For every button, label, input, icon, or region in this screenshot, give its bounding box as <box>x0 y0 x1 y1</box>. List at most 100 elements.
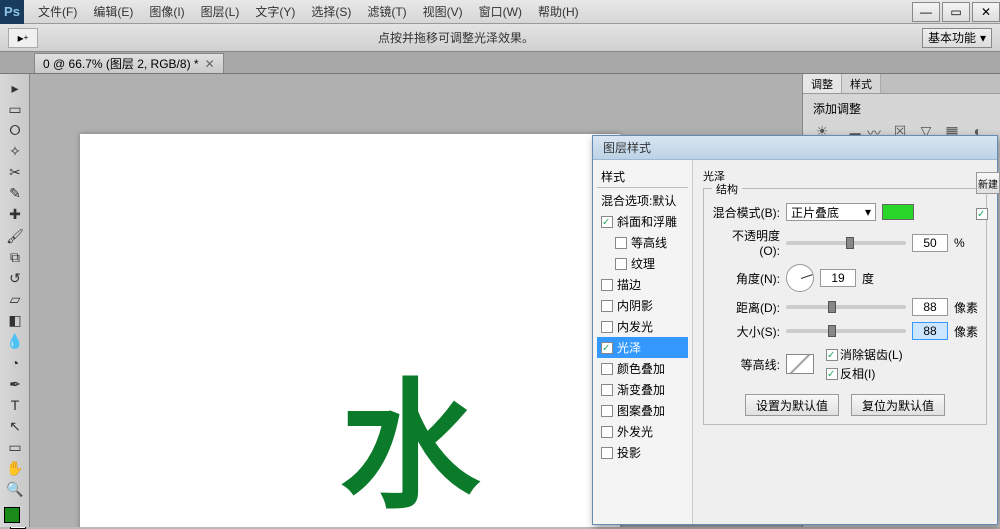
brush-tool-icon[interactable]: 🖌 <box>2 226 28 246</box>
dodge-tool-icon[interactable]: ◔ <box>2 353 28 373</box>
style-row-渐变叠加[interactable]: 渐变叠加 <box>597 379 688 400</box>
blend-options-row[interactable]: 混合选项:默认 <box>597 190 688 211</box>
menu-view[interactable]: 视图(V) <box>417 1 469 22</box>
make-default-button[interactable]: 设置为默认值 <box>745 394 839 416</box>
menu-file[interactable]: 文件(F) <box>32 1 83 22</box>
new-style-button[interactable]: 新建 <box>976 172 1000 194</box>
chevron-down-icon: ▾ <box>865 205 871 219</box>
hand-tool-icon[interactable]: ✋ <box>2 459 28 479</box>
style-row-颜色叠加[interactable]: 颜色叠加 <box>597 358 688 379</box>
structure-fieldset: 结构 混合模式(B): 正片叠底 ▾ 不透明度(O): 50 % 角度(N <box>703 188 987 425</box>
close-icon[interactable]: ✕ <box>205 57 215 71</box>
crop-tool-icon[interactable]: ✂ <box>2 163 28 183</box>
style-checkbox[interactable] <box>601 405 613 417</box>
size-label: 大小(S): <box>712 323 780 340</box>
size-input[interactable]: 88 <box>912 322 948 340</box>
style-row-光泽[interactable]: 光泽 <box>597 337 688 358</box>
style-checkbox[interactable] <box>601 363 613 375</box>
style-label: 纹理 <box>631 255 655 272</box>
style-row-内阴影[interactable]: 内阴影 <box>597 295 688 316</box>
style-checkbox[interactable] <box>601 300 613 312</box>
stamp-tool-icon[interactable]: ⧉ <box>2 247 28 267</box>
menu-select[interactable]: 选择(S) <box>305 1 357 22</box>
size-slider[interactable] <box>786 329 906 333</box>
eyedropper-tool-icon[interactable]: ✎ <box>2 184 28 204</box>
style-checkbox[interactable] <box>601 384 613 396</box>
style-checkbox[interactable] <box>601 447 613 459</box>
style-row-等高线[interactable]: 等高线 <box>597 232 688 253</box>
opacity-input[interactable]: 50 <box>912 234 948 252</box>
size-unit: 像素 <box>954 323 978 340</box>
document-tab[interactable]: 0 @ 66.7% (图层 2, RGB/8) * ✕ <box>34 53 224 73</box>
style-row-投影[interactable]: 投影 <box>597 442 688 463</box>
distance-unit: 像素 <box>954 299 978 316</box>
path-tool-icon[interactable]: ↖ <box>2 416 28 436</box>
document-tab-bar: 0 @ 66.7% (图层 2, RGB/8) * ✕ <box>0 52 1000 74</box>
zoom-tool-icon[interactable]: 🔍 <box>2 480 28 500</box>
anti-alias-checkbox[interactable]: 消除锯齿(L) <box>826 346 903 363</box>
tab-adjustments[interactable]: 调整 <box>803 74 842 93</box>
color-swatch[interactable] <box>882 204 914 220</box>
menu-type[interactable]: 文字(Y) <box>249 1 301 22</box>
opacity-slider[interactable] <box>786 241 906 245</box>
blur-tool-icon[interactable]: 💧 <box>2 332 28 352</box>
current-tool-icon[interactable]: ▸+ <box>8 28 38 48</box>
eraser-tool-icon[interactable]: ▱ <box>2 289 28 309</box>
reset-default-button[interactable]: 复位为默认值 <box>851 394 945 416</box>
color-swatches[interactable] <box>4 507 26 527</box>
options-bar: ▸+ 点按并拖移可调整光泽效果。 基本功能 ▾ <box>0 24 1000 52</box>
style-row-描边[interactable]: 描边 <box>597 274 688 295</box>
menu-image[interactable]: 图像(I) <box>143 1 190 22</box>
close-button[interactable]: ✕ <box>972 2 1000 22</box>
menu-window[interactable]: 窗口(W) <box>473 1 528 22</box>
style-checkbox[interactable] <box>615 237 627 249</box>
opacity-label: 不透明度(O): <box>712 227 780 258</box>
style-row-外发光[interactable]: 外发光 <box>597 421 688 442</box>
workspace-selector[interactable]: 基本功能 ▾ <box>922 28 992 48</box>
type-tool-icon[interactable]: T <box>2 395 28 415</box>
style-list-header[interactable]: 样式 <box>597 166 688 188</box>
heal-tool-icon[interactable]: ✚ <box>2 205 28 225</box>
style-checkbox[interactable] <box>615 258 627 270</box>
style-row-内发光[interactable]: 内发光 <box>597 316 688 337</box>
preview-checkbox[interactable] <box>976 208 988 220</box>
invert-checkbox[interactable]: 反相(I) <box>826 365 903 382</box>
history-brush-icon[interactable]: ↺ <box>2 268 28 288</box>
minimize-button[interactable]: — <box>912 2 940 22</box>
style-checkbox[interactable] <box>601 279 613 291</box>
style-row-纹理[interactable]: 纹理 <box>597 253 688 274</box>
marquee-tool-icon[interactable]: ▭ <box>2 99 28 119</box>
style-checkbox[interactable] <box>601 426 613 438</box>
wand-tool-icon[interactable]: ✧ <box>2 141 28 161</box>
style-label: 渐变叠加 <box>617 381 665 398</box>
shape-tool-icon[interactable]: ▭ <box>2 437 28 457</box>
pen-tool-icon[interactable]: ✒ <box>2 374 28 394</box>
menu-filter[interactable]: 滤镜(T) <box>361 1 412 22</box>
menu-edit[interactable]: 编辑(E) <box>87 1 139 22</box>
blend-mode-select[interactable]: 正片叠底 ▾ <box>786 203 876 221</box>
maximize-button[interactable]: ▭ <box>942 2 970 22</box>
canvas[interactable]: 水 <box>80 134 620 527</box>
style-label: 斜面和浮雕 <box>617 213 677 230</box>
style-row-斜面和浮雕[interactable]: 斜面和浮雕 <box>597 211 688 232</box>
foreground-color-swatch[interactable] <box>4 507 20 523</box>
distance-slider[interactable] <box>786 305 906 309</box>
distance-input[interactable]: 88 <box>912 298 948 316</box>
distance-label: 距离(D): <box>712 299 780 316</box>
angle-dial[interactable] <box>786 264 814 292</box>
contour-label: 等高线: <box>712 356 780 373</box>
menu-layer[interactable]: 图层(L) <box>195 1 246 22</box>
angle-input[interactable]: 19 <box>820 269 856 287</box>
style-checkbox[interactable] <box>601 321 613 333</box>
tab-styles[interactable]: 样式 <box>842 74 881 93</box>
style-checkbox[interactable] <box>601 342 613 354</box>
lasso-tool-icon[interactable]: ⭘ <box>2 120 28 140</box>
dialog-title: 图层样式 <box>593 136 997 160</box>
move-tool-icon[interactable]: ▸ <box>2 78 28 98</box>
menu-help[interactable]: 帮助(H) <box>532 1 585 22</box>
style-row-图案叠加[interactable]: 图案叠加 <box>597 400 688 421</box>
style-checkbox[interactable] <box>601 216 613 228</box>
style-label: 颜色叠加 <box>617 360 665 377</box>
gradient-tool-icon[interactable]: ◧ <box>2 311 28 331</box>
contour-picker[interactable] <box>786 354 814 374</box>
